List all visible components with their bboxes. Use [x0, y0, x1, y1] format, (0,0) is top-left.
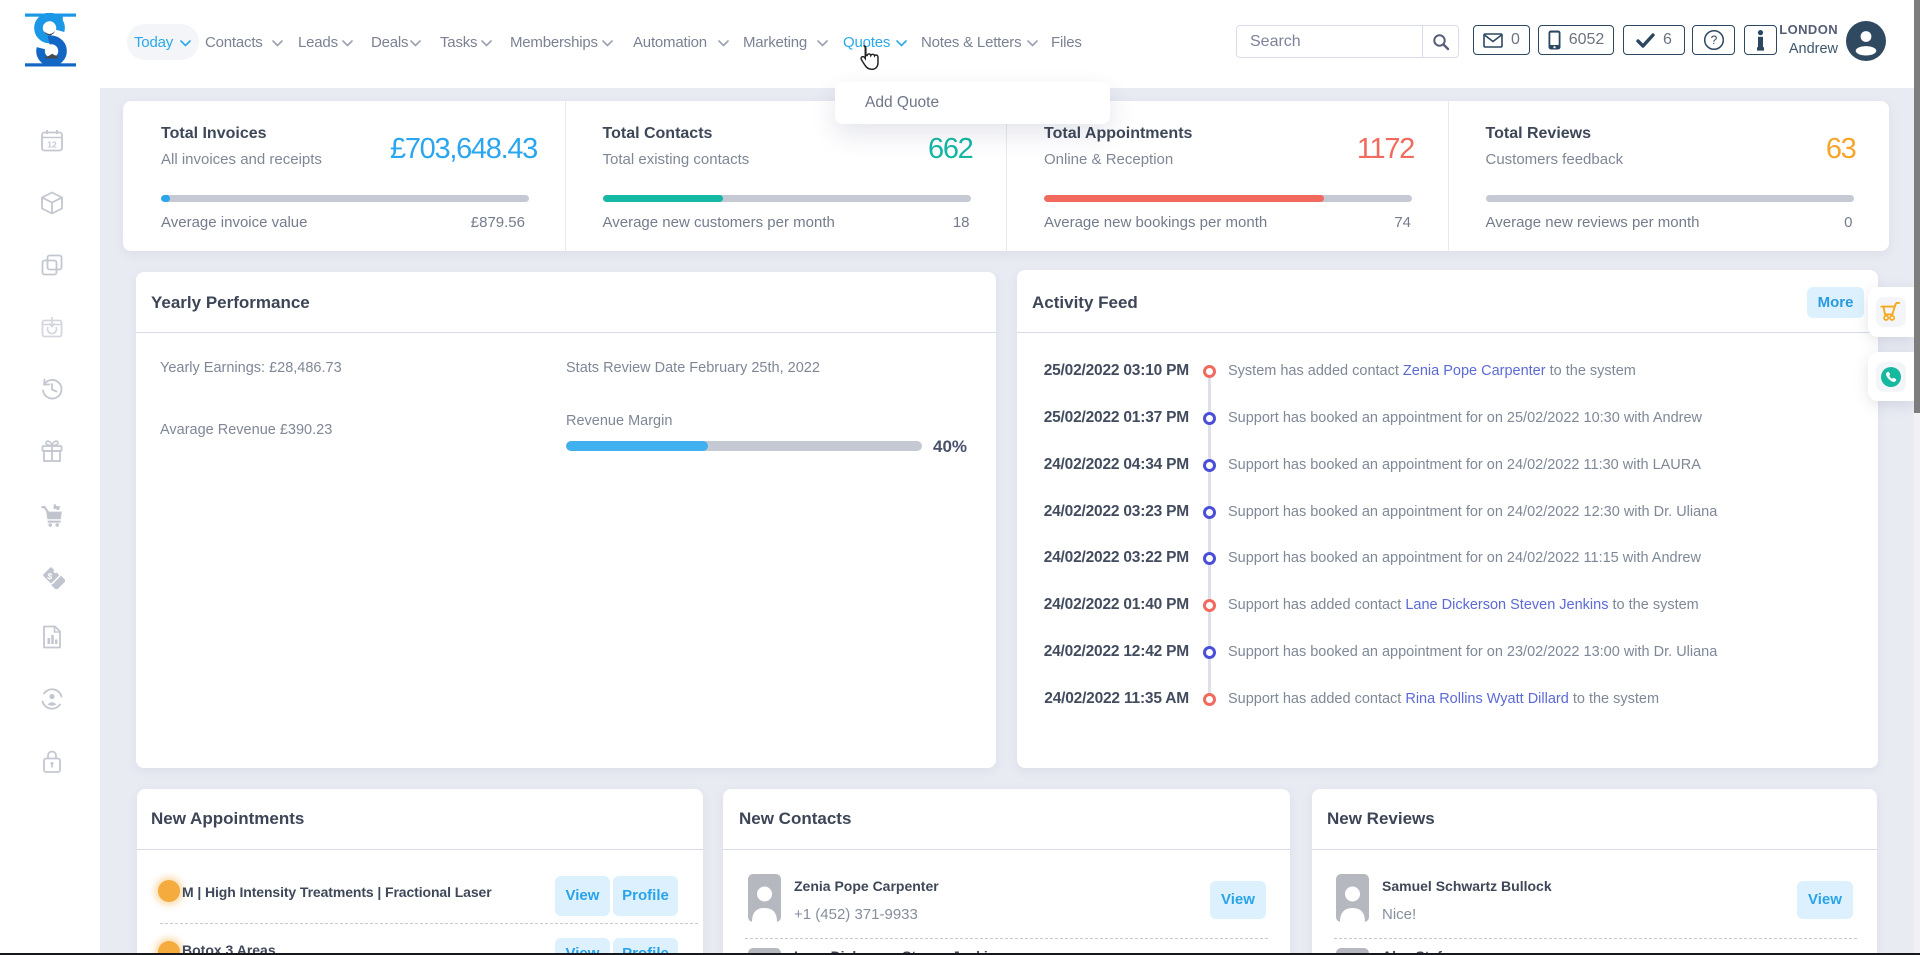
- svg-text:12: 12: [47, 140, 57, 150]
- svg-text:?: ?: [1710, 33, 1717, 47]
